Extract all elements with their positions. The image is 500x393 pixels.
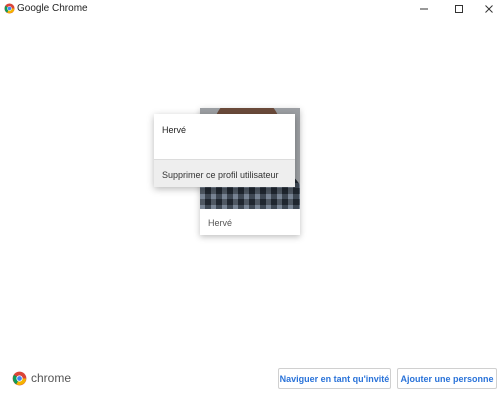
maximize-button[interactable]: [444, 0, 474, 18]
close-icon: [485, 5, 493, 13]
minimize-button[interactable]: [409, 0, 439, 18]
add-person-button[interactable]: Ajouter une personne: [397, 368, 497, 389]
maximize-icon: [455, 5, 463, 13]
close-button[interactable]: [474, 0, 500, 18]
chrome-wordmark: chrome: [31, 371, 72, 385]
minimize-icon: [420, 8, 428, 10]
window-title: Google Chrome: [17, 3, 88, 14]
browse-as-guest-button[interactable]: Naviguer en tant qu'invité: [278, 368, 391, 389]
chrome-logo-icon: [4, 3, 15, 14]
title-bar: Google Chrome: [0, 0, 500, 18]
profile-context-menu: Hervé Supprimer ce profil utilisateur: [154, 114, 295, 187]
menu-profile-name: Hervé: [162, 125, 187, 135]
profile-card-name: Hervé: [208, 218, 233, 228]
chrome-logo-icon: [12, 371, 27, 386]
menu-item-remove-profile[interactable]: Supprimer ce profil utilisateur: [154, 160, 295, 187]
